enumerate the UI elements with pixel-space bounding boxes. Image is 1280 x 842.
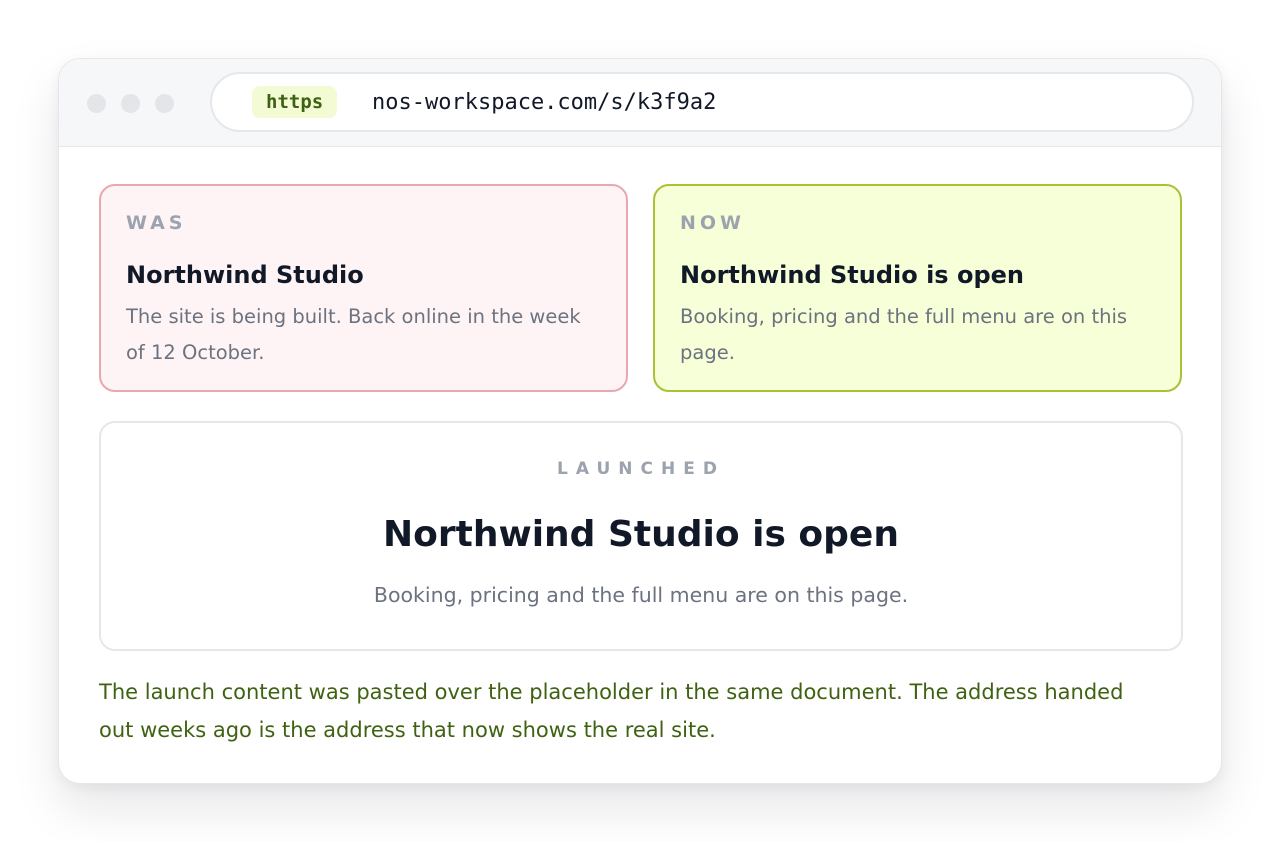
now-card: NOW Northwind Studio is open Booking, pr…: [653, 184, 1182, 392]
was-card-title: Northwind Studio: [126, 261, 364, 289]
explanation-note: The launch content was pasted over the p…: [99, 680, 1124, 742]
address-bar[interactable]: https nos-workspace.com/s/k3f9a2: [210, 72, 1194, 132]
was-card-body: The site is being built. Back online in …: [126, 305, 581, 364]
url-text[interactable]: nos-workspace.com/s/k3f9a2: [372, 86, 716, 120]
launched-panel: LAUNCHED Northwind Studio is open Bookin…: [99, 421, 1183, 651]
browser-window: https nos-workspace.com/s/k3f9a2 WAS Nor…: [58, 58, 1222, 784]
now-card-title: Northwind Studio is open: [680, 261, 1024, 289]
now-card-label: NOW: [680, 212, 746, 234]
launched-label: LAUNCHED: [557, 459, 725, 479]
was-card-label: WAS: [126, 212, 187, 234]
window-close-dot-icon[interactable]: [87, 94, 106, 113]
launched-title: Northwind Studio is open: [383, 514, 899, 555]
window-maximize-dot-icon[interactable]: [155, 94, 174, 113]
now-card-body: Booking, pricing and the full menu are o…: [680, 305, 1128, 364]
url-scheme-badge: https: [252, 86, 338, 118]
launched-body: Booking, pricing and the full menu are o…: [373, 583, 909, 607]
browser-titlebar: https nos-workspace.com/s/k3f9a2: [59, 59, 1221, 147]
was-card: WAS Northwind Studio The site is being b…: [99, 184, 628, 392]
window-minimize-dot-icon[interactable]: [121, 94, 140, 113]
